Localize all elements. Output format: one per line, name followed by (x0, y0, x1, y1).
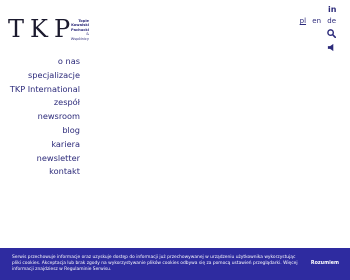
cookie-text: Serwis przechowuje informacje oraz uzysk… (12, 255, 298, 273)
language-switcher: pl en de (296, 17, 336, 25)
menu-item-zespol[interactable]: zespół (10, 96, 80, 110)
menu-item-blog[interactable]: blog (10, 124, 80, 138)
main-menu: o nas specjalizacje TKP International ze… (10, 55, 80, 179)
menu-item-newsroom[interactable]: newsroom (10, 110, 80, 124)
search-icon[interactable] (327, 29, 336, 38)
lang-pl[interactable]: pl (300, 17, 306, 25)
linkedin-icon[interactable]: in (328, 6, 336, 14)
logo-mark: TKP (8, 15, 77, 43)
logo-sub-line: & Wspólnicy (70, 32, 89, 41)
menu-item-tkp-international[interactable]: TKP International (10, 83, 80, 97)
logo-subtitle: Topie Kowalski Pachucki & Wspólnicy (67, 19, 89, 41)
cookie-accept-button[interactable]: Rozumiem (311, 261, 339, 266)
cookie-banner: Serwis przechowuje informacje oraz uzysk… (0, 248, 350, 280)
menu-item-kontakt[interactable]: kontakt (10, 165, 80, 179)
lang-en[interactable]: en (312, 17, 321, 25)
menu-item-specjalizacje[interactable]: specjalizacje (10, 69, 80, 83)
menu-item-kariera[interactable]: kariera (10, 138, 80, 152)
menu-item-newsletter[interactable]: newsletter (10, 152, 80, 166)
menu-item-o-nas[interactable]: o nas (10, 55, 80, 69)
lang-de[interactable]: de (327, 17, 336, 25)
speaker-icon[interactable] (327, 43, 336, 52)
